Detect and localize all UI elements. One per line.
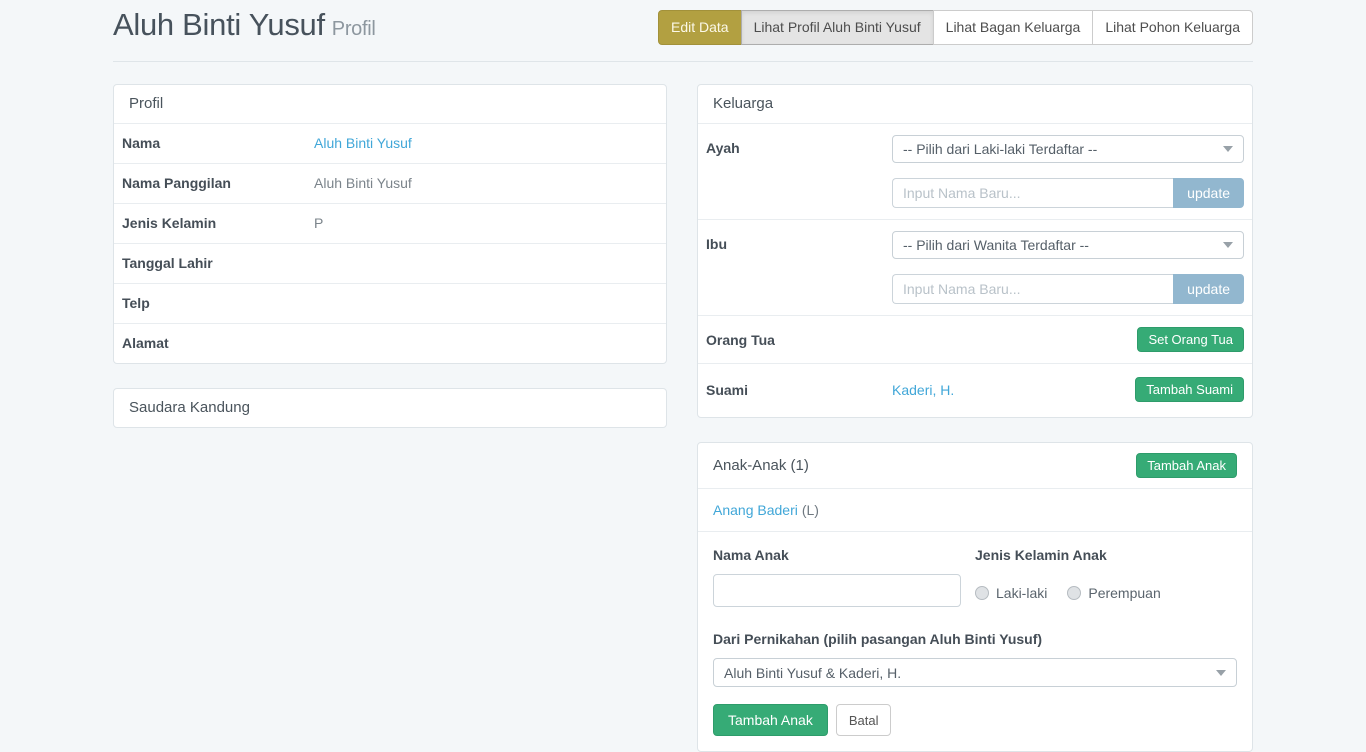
row-label: Telp: [114, 284, 306, 324]
suami-row: Suami Kaderi, H. Tambah Suami: [698, 363, 1252, 417]
radio-perempuan-label: Perempuan: [1088, 585, 1160, 601]
tambah-suami-button[interactable]: Tambah Suami: [1135, 377, 1244, 402]
row-value: [306, 244, 666, 284]
table-row: Nama Panggilan Aluh Binti Yusuf: [114, 164, 666, 204]
child-link[interactable]: Anang Baderi: [713, 502, 798, 518]
saudara-kandung-heading: Saudara Kandung: [114, 389, 666, 427]
ibu-input-group: update: [892, 274, 1244, 304]
ayah-input-group: update: [892, 178, 1244, 208]
batal-button[interactable]: Batal: [836, 704, 892, 736]
row-label: Nama: [114, 124, 306, 164]
radio-laki-laki[interactable]: Laki-laki: [975, 585, 1047, 601]
radio-perempuan[interactable]: Perempuan: [1067, 585, 1160, 601]
page-header: Aluh Binti Yusuf Profil Edit Data Lihat P…: [113, 0, 1253, 62]
page-subtitle: Profil: [332, 18, 376, 40]
orang-tua-label: Orang Tua: [706, 332, 892, 348]
saudara-kandung-panel: Saudara Kandung: [113, 388, 667, 428]
ibu-name-input[interactable]: [892, 274, 1173, 304]
set-orang-tua-button[interactable]: Set Orang Tua: [1137, 327, 1244, 352]
pernikahan-select-value: Aluh Binti Yusuf & Kaderi, H.: [724, 665, 901, 681]
ibu-row: Ibu -- Pilih dari Wanita Terdaftar -- up…: [698, 219, 1252, 315]
lihat-profil-button[interactable]: Lihat Profil Aluh Binti Yusuf: [741, 10, 934, 45]
ibu-label: Ibu: [706, 231, 892, 304]
lihat-bagan-keluarga-button[interactable]: Lihat Bagan Keluarga: [933, 10, 1094, 45]
dari-pernikahan-label: Dari Pernikahan (pilih pasangan Aluh Bin…: [713, 631, 1237, 648]
radio-icon: [1067, 586, 1081, 600]
row-label: Jenis Kelamin: [114, 204, 306, 244]
row-label: Nama Panggilan: [114, 164, 306, 204]
table-row: Tanggal Lahir: [114, 244, 666, 284]
table-row: Alamat: [114, 324, 666, 364]
lihat-pohon-keluarga-button[interactable]: Lihat Pohon Keluarga: [1092, 10, 1253, 45]
pernikahan-select[interactable]: Aluh Binti Yusuf & Kaderi, H.: [713, 658, 1237, 687]
row-label: Alamat: [114, 324, 306, 364]
form-actions: Tambah Anak Batal: [713, 704, 1237, 736]
ayah-select[interactable]: -- Pilih dari Laki-laki Terdaftar --: [892, 135, 1244, 163]
jenis-kelamin-anak-label: Jenis Kelamin Anak: [975, 547, 1237, 564]
chevron-down-icon: [1223, 146, 1233, 152]
page-title: Aluh Binti Yusuf Profil: [113, 6, 376, 48]
chevron-down-icon: [1223, 242, 1233, 248]
ayah-select-value: -- Pilih dari Laki-laki Terdaftar --: [903, 141, 1097, 157]
keluarga-panel: Keluarga Ayah -- Pilih dari Laki-laki Te…: [697, 84, 1253, 418]
view-switcher: Edit Data Lihat Profil Aluh Binti Yusuf …: [658, 10, 1253, 45]
submit-tambah-anak-button[interactable]: Tambah Anak: [713, 704, 828, 736]
anak-anak-heading: Anak-Anak (1): [713, 457, 809, 475]
add-child-form: Nama Anak Jenis Kelamin Anak Laki-laki: [698, 531, 1252, 751]
main-content: Profil Nama Aluh Binti Yusuf Nama Panggi…: [113, 84, 1253, 752]
profil-panel-heading: Profil: [114, 85, 666, 123]
gender-radio-group: Laki-laki Perempuan: [975, 585, 1237, 601]
tambah-anak-button[interactable]: Tambah Anak: [1136, 453, 1237, 478]
row-value: P: [306, 204, 666, 244]
ibu-select-value: -- Pilih dari Wanita Terdaftar --: [903, 237, 1089, 253]
nama-link[interactable]: Aluh Binti Yusuf: [314, 135, 412, 151]
profil-panel: Profil Nama Aluh Binti Yusuf Nama Panggi…: [113, 84, 667, 364]
nama-anak-input[interactable]: [713, 574, 961, 607]
nama-anak-col: Nama Anak: [713, 547, 975, 607]
ayah-update-button[interactable]: update: [1173, 178, 1244, 208]
person-name: Aluh Binti Yusuf: [113, 7, 325, 42]
page-container: Aluh Binti Yusuf Profil Edit Data Lihat P…: [113, 0, 1253, 752]
edit-data-button[interactable]: Edit Data: [658, 10, 742, 45]
radio-laki-laki-label: Laki-laki: [996, 585, 1047, 601]
right-column: Keluarga Ayah -- Pilih dari Laki-laki Te…: [697, 84, 1253, 752]
nama-anak-label: Nama Anak: [713, 547, 975, 564]
ayah-name-input[interactable]: [892, 178, 1173, 208]
left-column: Profil Nama Aluh Binti Yusuf Nama Panggi…: [113, 84, 667, 452]
row-label: Tanggal Lahir: [114, 244, 306, 284]
table-row: Jenis Kelamin P: [114, 204, 666, 244]
anak-anak-panel: Anak-Anak (1) Tambah Anak Anang Baderi(L…: [697, 442, 1253, 752]
suami-label: Suami: [706, 382, 892, 398]
table-row: Nama Aluh Binti Yusuf: [114, 124, 666, 164]
radio-icon: [975, 586, 989, 600]
chevron-down-icon: [1216, 670, 1226, 676]
row-value: [306, 324, 666, 364]
anak-anak-heading-row: Anak-Anak (1) Tambah Anak: [698, 443, 1252, 488]
jenis-kelamin-col: Jenis Kelamin Anak Laki-laki Perempuan: [975, 547, 1237, 607]
table-row: Telp: [114, 284, 666, 324]
profil-table: Nama Aluh Binti Yusuf Nama Panggilan Alu…: [114, 123, 666, 363]
ibu-select[interactable]: -- Pilih dari Wanita Terdaftar --: [892, 231, 1244, 259]
ayah-row: Ayah -- Pilih dari Laki-laki Terdaftar -…: [698, 123, 1252, 219]
ibu-update-button[interactable]: update: [1173, 274, 1244, 304]
keluarga-panel-heading: Keluarga: [698, 85, 1252, 123]
suami-link[interactable]: Kaderi, H.: [892, 382, 954, 398]
row-value: Aluh Binti Yusuf: [306, 164, 666, 204]
child-gender-suffix: (L): [802, 502, 819, 518]
row-value: [306, 284, 666, 324]
ayah-label: Ayah: [706, 135, 892, 208]
orang-tua-row: Orang Tua Set Orang Tua: [698, 315, 1252, 363]
child-list-item: Anang Baderi(L): [698, 488, 1252, 531]
